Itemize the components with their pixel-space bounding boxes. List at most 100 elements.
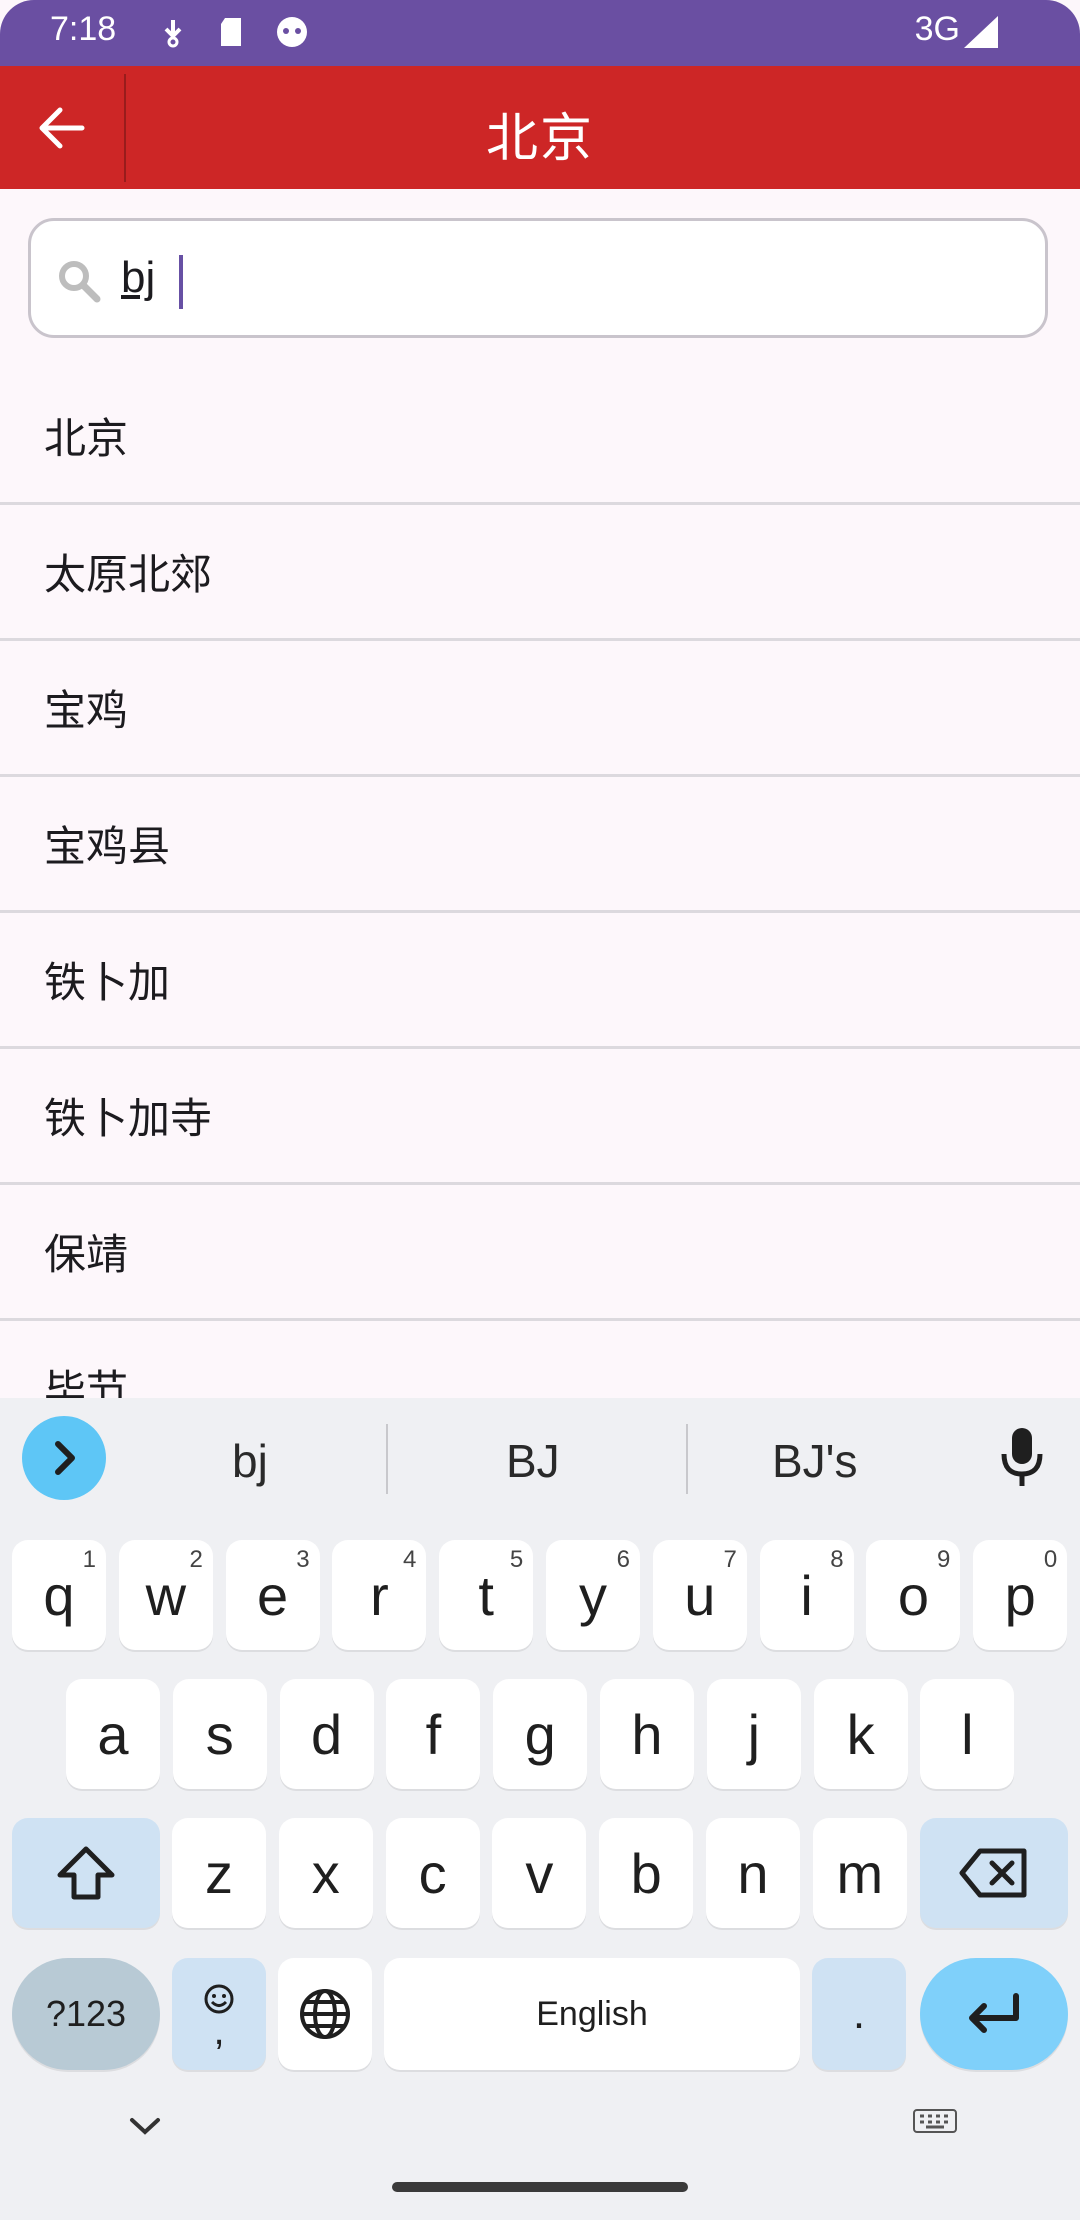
key-l[interactable]: l: [920, 1679, 1015, 1789]
suggestion-3[interactable]: BJ's: [772, 1434, 857, 1488]
key-j[interactable]: j: [706, 1679, 801, 1789]
list-item[interactable]: 铁卜加寺: [0, 1049, 1080, 1185]
key-label: i: [800, 1563, 813, 1627]
key-u[interactable]: u7: [652, 1540, 747, 1650]
period-key[interactable]: .: [812, 1958, 906, 2070]
key-label: w: [145, 1563, 187, 1627]
key-c[interactable]: c: [385, 1818, 480, 1928]
android-icon: [277, 17, 307, 47]
keyboard-switch-icon[interactable]: [912, 2108, 958, 2140]
key-number-hint: 4: [403, 1546, 417, 1573]
key-p[interactable]: p0: [973, 1540, 1068, 1650]
soft-keyboard: bj BJ BJ's q1w2e3r4t5y6u7i8o9p0asdfghjkl…: [0, 1398, 1080, 2220]
list-item-label: 铁卜加寺: [44, 1094, 213, 1143]
key-h[interactable]: h: [600, 1679, 694, 1789]
key-d[interactable]: d: [279, 1679, 374, 1789]
list-item[interactable]: 宝鸡: [0, 641, 1080, 777]
backspace-key[interactable]: [920, 1818, 1068, 1928]
key-label: f: [425, 1702, 442, 1766]
list-item-label: 毕节: [44, 1366, 129, 1399]
key-k[interactable]: k: [813, 1679, 908, 1789]
key-number-hint: 1: [82, 1546, 96, 1573]
signal-icon: [964, 16, 998, 48]
key-label: z: [205, 1841, 233, 1905]
key-r[interactable]: r4: [332, 1540, 427, 1650]
key-s[interactable]: s: [172, 1679, 267, 1789]
key-number-hint: 3: [296, 1546, 310, 1573]
list-item[interactable]: 毕节: [0, 1321, 1080, 1399]
key-number-hint: 5: [509, 1546, 524, 1573]
enter-icon: [969, 1993, 1019, 2033]
key-x[interactable]: x: [278, 1818, 373, 1928]
list-item[interactable]: 太原北郊: [0, 505, 1080, 641]
key-g[interactable]: g: [493, 1679, 588, 1789]
suggestion-1[interactable]: bj: [232, 1434, 268, 1488]
space-key[interactable]: English: [384, 1958, 800, 2070]
key-q[interactable]: q1: [12, 1540, 106, 1650]
list-item[interactable]: 北京: [0, 369, 1080, 505]
microphone-icon[interactable]: [1000, 1426, 1044, 1490]
key-number-hint: 0: [1043, 1546, 1058, 1573]
list-item-label: 太原北郊: [44, 550, 213, 599]
key-label: a: [97, 1702, 129, 1766]
list-item[interactable]: 宝鸡县: [0, 777, 1080, 913]
key-label: t: [478, 1563, 494, 1627]
emoji-comma-key[interactable]: ,: [172, 1958, 266, 2070]
key-label: m: [836, 1841, 884, 1905]
status-bar: 7:18 3G: [0, 0, 1080, 66]
search-icon: [59, 261, 101, 303]
navigation-bar: [0, 2080, 1080, 2220]
suggestion-separator: [386, 1424, 388, 1494]
key-number-hint: 8: [830, 1546, 844, 1573]
key-label: v: [525, 1841, 554, 1905]
key-z[interactable]: z: [172, 1818, 266, 1928]
list-item[interactable]: 保靖: [0, 1185, 1080, 1321]
key-label: n: [737, 1841, 769, 1905]
key-label: d: [311, 1702, 343, 1766]
key-v[interactable]: v: [492, 1818, 587, 1928]
key-n[interactable]: n: [706, 1818, 800, 1928]
list-item[interactable]: 铁卜加: [0, 913, 1080, 1049]
key-number-hint: 2: [189, 1546, 203, 1573]
chevron-right-icon: [55, 1441, 75, 1475]
key-number-hint: 6: [616, 1546, 630, 1573]
suggestion-separator: [686, 1424, 688, 1494]
list-item-label: 宝鸡: [44, 686, 129, 735]
suggestion-2[interactable]: BJ: [506, 1434, 560, 1488]
key-label: k: [846, 1702, 875, 1766]
key-label: e: [257, 1563, 289, 1627]
key-y[interactable]: y6: [546, 1540, 640, 1650]
enter-key[interactable]: [920, 1958, 1068, 2070]
key-i[interactable]: i8: [759, 1540, 854, 1650]
key-a[interactable]: a: [66, 1679, 160, 1789]
results-list: 北京 太原北郊 宝鸡 宝鸡县 铁卜加 铁卜加寺 保靖 毕节: [0, 369, 1080, 1399]
key-w[interactable]: w2: [118, 1540, 213, 1650]
hide-keyboard-icon[interactable]: [128, 2114, 162, 2138]
key-m[interactable]: m: [812, 1818, 907, 1928]
key-label: h: [631, 1702, 663, 1766]
key-t[interactable]: t5: [439, 1540, 534, 1650]
expand-toolbar-button[interactable]: [22, 1416, 106, 1500]
list-item-label: 铁卜加: [44, 958, 171, 1007]
key-label: u: [684, 1563, 716, 1627]
language-key[interactable]: [278, 1958, 372, 2070]
suggestion-strip: bj BJ BJ's: [0, 1398, 1080, 1518]
shift-key[interactable]: [12, 1818, 160, 1928]
symbols-key[interactable]: ?123: [12, 1958, 160, 2070]
list-item-label: 北京: [44, 414, 129, 463]
home-handle[interactable]: [392, 2182, 688, 2192]
key-f[interactable]: f: [386, 1679, 481, 1789]
page-title: 北京: [485, 109, 594, 169]
app-bar: 北京: [0, 66, 1080, 189]
key-b[interactable]: b: [599, 1818, 694, 1928]
key-label: y: [579, 1563, 607, 1627]
key-label: p: [1004, 1563, 1036, 1627]
backspace-icon: [959, 1848, 1027, 1898]
key-label: q: [43, 1563, 75, 1627]
comma-label: ,: [213, 2009, 225, 2053]
search-value[interactable]: bj: [121, 253, 155, 303]
download-icon: [164, 20, 182, 48]
key-e[interactable]: e3: [225, 1540, 320, 1650]
key-o[interactable]: o9: [866, 1540, 961, 1650]
search-input[interactable]: bj: [28, 218, 1048, 338]
